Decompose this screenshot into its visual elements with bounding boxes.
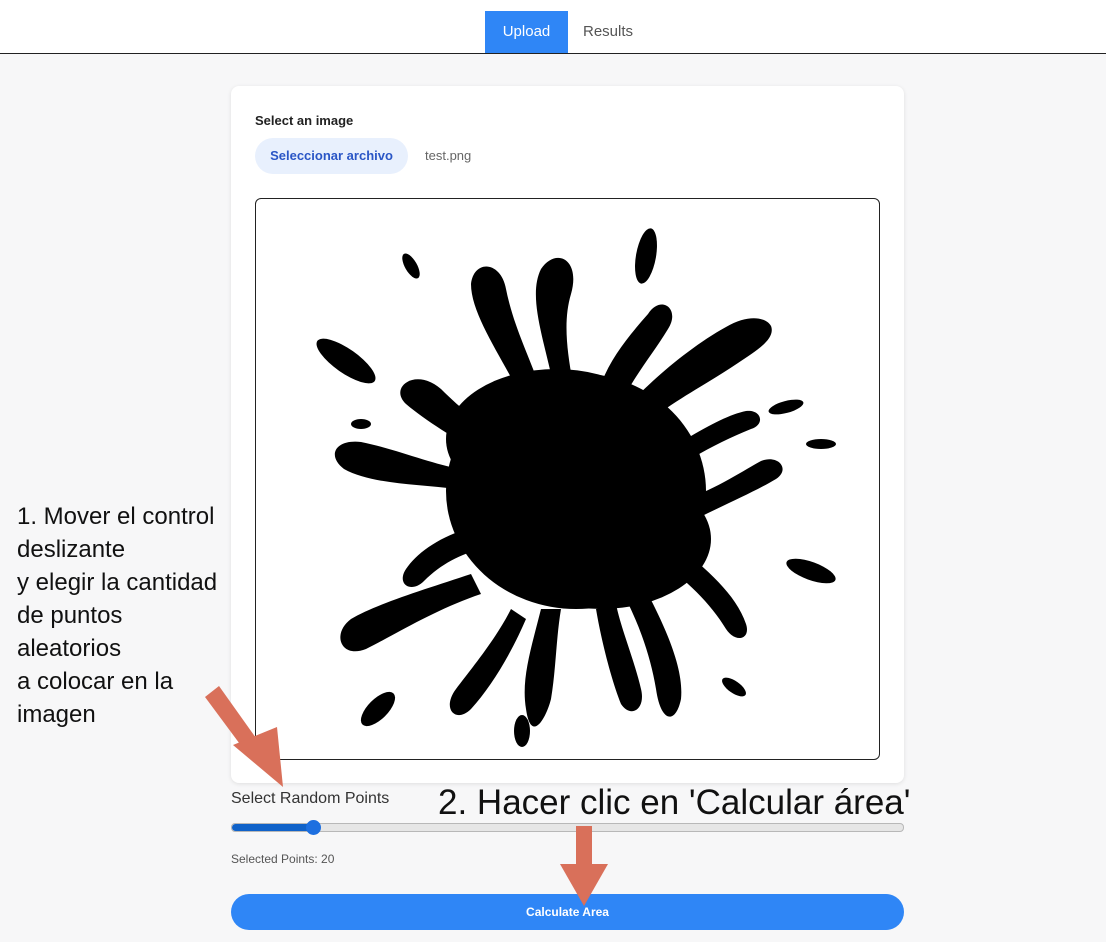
upload-card: Select an image Seleccionar archivo test… [231, 86, 904, 783]
instruction-step-1-line: a colocar en la [17, 668, 174, 695]
selected-file-name: test.png [425, 148, 472, 163]
instruction-step-2: 2. Hacer clic en 'Calcular área' [438, 783, 911, 822]
selected-points-readout: Selected Points: 20 [231, 852, 335, 866]
instruction-step-1-line: y elegir la cantidad [17, 569, 218, 596]
tab-results[interactable]: Results [572, 11, 644, 53]
instruction-step-1-line: de puntos [17, 602, 123, 629]
instruction-step-1-line: aleatorios [17, 635, 122, 662]
random-points-label: Select Random Points [231, 790, 390, 807]
top-nav: Upload Results [0, 0, 1106, 54]
instruction-step-1-line: deslizante [17, 536, 126, 563]
tab-upload[interactable]: Upload [485, 11, 568, 53]
choose-file-button[interactable]: Seleccionar archivo [255, 138, 408, 174]
select-image-label: Select an image [255, 113, 354, 128]
slider-fill [232, 824, 313, 831]
instruction-step-1-line: imagen [17, 701, 96, 728]
calculate-area-button[interactable]: Calculate Area [231, 894, 904, 930]
instruction-step-1: 1. Mover el control deslizante y elegir la… [17, 500, 247, 731]
image-preview [255, 198, 880, 760]
slider-thumb[interactable] [305, 820, 321, 835]
ink-splat-image [316, 228, 836, 747]
instruction-step-1-line: 1. Mover el control [17, 503, 215, 530]
